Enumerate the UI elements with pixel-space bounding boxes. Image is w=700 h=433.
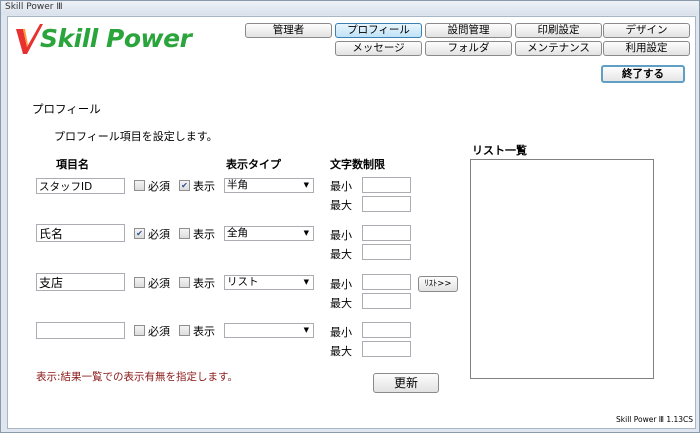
skill-power-logo: Skill Power [14, 21, 199, 57]
row3-required-checkbox[interactable] [134, 277, 145, 288]
chevron-down-icon: ▼ [303, 278, 309, 286]
nav-message-button[interactable]: メッセージ [335, 41, 422, 56]
row1-type-select[interactable]: 半角 ▼ [224, 178, 314, 193]
window-title: Skill Power Ⅲ [5, 2, 63, 12]
exit-button[interactable]: 終了する [601, 65, 685, 83]
nav-folder-button[interactable]: フォルダ [425, 41, 512, 56]
header-display-type: 表示タイプ [226, 158, 281, 171]
required-label: 必須 [148, 325, 170, 338]
header-item-name: 項目名 [56, 158, 89, 171]
title-bar: Skill Power Ⅲ [1, 1, 699, 15]
display-label: 表示 [193, 180, 215, 193]
required-label: 必須 [148, 228, 170, 241]
section-title: プロフィール [32, 102, 101, 116]
row2-required-checkbox[interactable]: ✔ [134, 228, 145, 239]
chevron-down-icon: ▼ [303, 229, 309, 237]
row4-max-input[interactable] [362, 341, 411, 357]
chevron-down-icon: ▼ [303, 181, 309, 189]
row1-display-checkbox[interactable]: ✔ [179, 180, 190, 191]
row2-type-select[interactable]: 全角 ▼ [224, 226, 314, 241]
list-add-button[interactable]: ﾘｽﾄ>> [418, 276, 458, 292]
list-box[interactable] [470, 159, 654, 379]
min-label: 最小 [330, 278, 352, 291]
display-note: 表示:結果一覧での表示有無を指定します。 [36, 371, 238, 383]
row4-display-checkbox[interactable] [179, 325, 190, 336]
min-label: 最小 [330, 180, 352, 193]
display-label: 表示 [193, 325, 215, 338]
row1-required-checkbox[interactable] [134, 180, 145, 191]
min-label: 最小 [330, 326, 352, 339]
header-char-limit: 文字数制限 [330, 158, 385, 171]
max-label: 最大 [330, 345, 352, 358]
row2-name-input[interactable] [36, 224, 125, 242]
nav-maintenance-button[interactable]: メンテナンス [515, 41, 602, 56]
max-label: 最大 [330, 297, 352, 310]
app-window: Skill Power Ⅲ Skill Power 管理者 プロフィール 設問管… [0, 0, 700, 433]
list-title: リスト一覧 [472, 144, 527, 157]
row4-min-input[interactable] [362, 322, 411, 338]
row1-min-input[interactable] [362, 177, 411, 193]
row4-name-input[interactable] [36, 322, 125, 339]
display-label: 表示 [193, 228, 215, 241]
row1-name-input[interactable] [36, 178, 125, 194]
main-panel: Skill Power 管理者 プロフィール 設問管理 印刷設定 デザイン メッ… [7, 16, 696, 429]
chevron-down-icon: ▼ [303, 326, 309, 334]
logo-text: Skill Power [40, 24, 192, 53]
min-label: 最小 [330, 229, 352, 242]
display-label: 表示 [193, 277, 215, 290]
row1-type-value: 半角 [227, 179, 248, 191]
row3-max-input[interactable] [362, 293, 411, 309]
max-label: 最大 [330, 248, 352, 261]
nav-design-button[interactable]: デザイン [603, 23, 690, 38]
version-label: Skill Power Ⅲ 1.13CS [616, 415, 694, 424]
row3-min-input[interactable] [362, 274, 411, 290]
row2-max-input[interactable] [362, 244, 411, 260]
row3-type-select[interactable]: リスト ▼ [224, 275, 314, 290]
required-label: 必須 [148, 277, 170, 290]
row4-required-checkbox[interactable] [134, 325, 145, 336]
row2-display-checkbox[interactable] [179, 228, 190, 239]
nav-usage-settings-button[interactable]: 利用設定 [603, 41, 690, 56]
row3-display-checkbox[interactable] [179, 277, 190, 288]
row4-type-select[interactable]: ▼ [224, 323, 314, 338]
row2-type-value: 全角 [227, 227, 248, 239]
nav-profile-button[interactable]: プロフィール [335, 23, 422, 38]
row3-type-value: リスト [227, 276, 259, 288]
nav-question-mgmt-button[interactable]: 設問管理 [425, 23, 512, 38]
row2-min-input[interactable] [362, 225, 411, 241]
required-label: 必須 [148, 180, 170, 193]
update-button[interactable]: 更新 [373, 373, 439, 393]
section-description: プロフィール項目を設定します。 [54, 130, 218, 143]
max-label: 最大 [330, 199, 352, 212]
row1-max-input[interactable] [362, 196, 411, 212]
nav-admin-button[interactable]: 管理者 [245, 23, 332, 38]
nav-print-settings-button[interactable]: 印刷設定 [515, 23, 602, 38]
row3-name-input[interactable] [36, 273, 125, 291]
